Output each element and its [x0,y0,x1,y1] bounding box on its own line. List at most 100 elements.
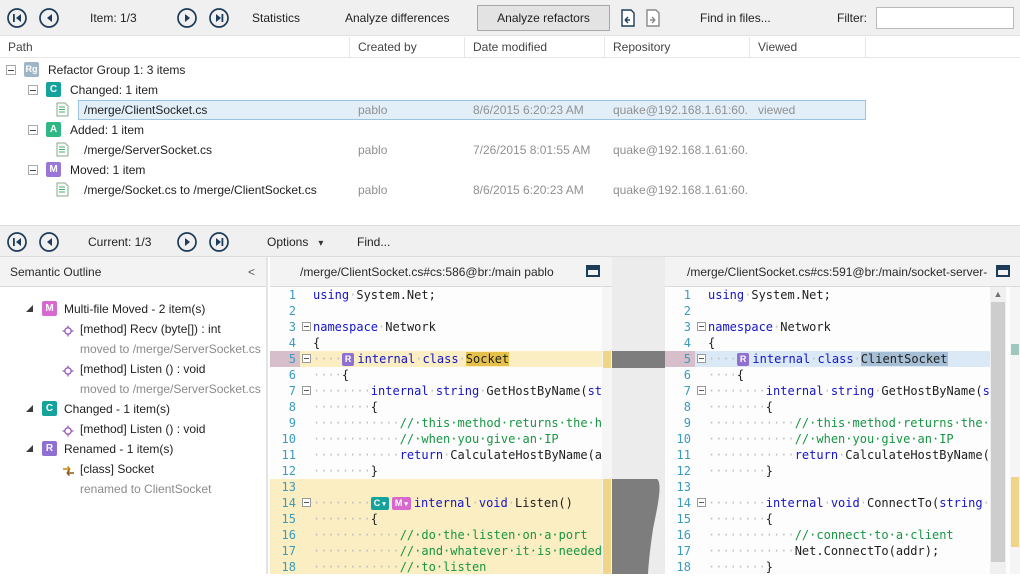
column-header-path[interactable]: Path [0,37,350,58]
tree-group-row[interactable]: CChanged: 1 item [0,80,1020,100]
fold-collapse-icon[interactable] [302,498,311,507]
maximize-pane-icon[interactable] [996,265,1010,277]
source-code-area[interactable]: 1using·System.Net;23namespace·Network4{5… [270,287,612,574]
outline-item-row[interactable]: [method] Recv (byte[]) : int [0,319,268,339]
code-line[interactable]: 15········{ [665,511,990,527]
code-line[interactable]: 14········internal·void·ConnectTo(string… [665,495,990,511]
code-line[interactable]: 2 [665,303,990,319]
last-item-icon[interactable] [208,7,230,29]
code-line[interactable]: 17············//·and·whatever·it·is·need… [270,543,612,559]
code-line[interactable]: 14········C▾M▾internal·void·Listen() [270,495,612,511]
code-line[interactable]: 16············//·do·the·listen·on·a·port [270,527,612,543]
first-diff-icon[interactable] [6,231,28,253]
code-line[interactable]: 7········internal·string·GetHostByName(s… [270,383,612,399]
outline-group-row[interactable]: RRenamed - 1 item(s) [0,439,268,459]
column-header-created-by[interactable]: Created by [350,37,465,58]
column-header-date-modified[interactable]: Date modified [465,37,605,58]
fold-collapse-icon[interactable] [697,386,706,395]
tree-file-row[interactable]: /merge/Socket.cs to /merge/ClientSocket.… [0,180,1020,200]
tree-group-row[interactable]: MMoved: 1 item [0,160,1020,180]
destination-code-area[interactable]: 1using·System.Net;23namespace·Network4{5… [665,287,990,574]
export-diff-left-icon[interactable] [618,8,638,28]
code-line[interactable]: 6····{ [270,367,612,383]
code-line[interactable]: 7········internal·string·GetHostByName(s… [665,383,990,399]
code-line[interactable]: 12········} [270,463,612,479]
filter-input[interactable] [876,7,1014,29]
changed-badge-icon[interactable]: C▾ [371,497,389,510]
scroll-up-icon[interactable]: ▲ [990,287,1006,301]
code-line[interactable]: 3namespace·Network [270,319,612,335]
code-line[interactable]: 1using·System.Net; [270,287,612,303]
code-line[interactable]: 11············return·CalculateHostByName… [665,447,990,463]
code-line[interactable]: 5····Rinternal·class·ClientSocket [665,351,990,367]
collapse-expander-icon[interactable] [28,165,38,175]
code-line[interactable]: 12········} [665,463,990,479]
export-diff-right-icon[interactable] [643,8,663,28]
code-line[interactable]: 5····Rinternal·class·Socket [270,351,612,367]
fold-collapse-icon[interactable] [302,386,311,395]
code-line[interactable]: 11············return·CalculateHostByName… [270,447,612,463]
statistics-button[interactable]: Statistics [252,11,300,25]
code-line[interactable]: 8········{ [270,399,612,415]
tree-file-row[interactable]: /merge/ClientSocket.cspablo8/6/2015 6:20… [0,100,1020,120]
scrollbar-thumb[interactable] [991,302,1005,562]
code-line[interactable]: 8········{ [665,399,990,415]
code-line[interactable]: 4{ [665,335,990,351]
next-diff-icon[interactable] [176,231,198,253]
column-header-repository[interactable]: Repository [605,37,750,58]
column-header-viewed[interactable]: Viewed [750,37,866,58]
outline-group-row[interactable]: MMulti-file Moved - 2 item(s) [0,299,268,319]
first-item-icon[interactable] [6,7,28,29]
code-line[interactable]: 9············//·this·method·returns·the·… [270,415,612,431]
collapse-expander-icon[interactable] [28,125,38,135]
code-line[interactable]: 4{ [270,335,612,351]
code-line[interactable]: 15········{ [270,511,612,527]
outline-item-row[interactable]: [class] Socket [0,459,268,479]
previous-item-icon[interactable] [38,7,60,29]
expanded-arrow-icon[interactable] [26,305,33,312]
tree-group-row[interactable]: AAdded: 1 item [0,120,1020,140]
fold-collapse-icon[interactable] [697,498,706,507]
code-line[interactable]: 17············Net.ConnectTo(addr); [665,543,990,559]
renamed-badge-icon[interactable]: R [342,353,355,366]
line-number: 5 [665,351,695,367]
moved-badge-icon[interactable]: M▾ [392,497,411,510]
vertical-scrollbar[interactable]: ▲ [990,287,1006,574]
expanded-arrow-icon[interactable] [26,405,33,412]
code-line[interactable]: 3namespace·Network [665,319,990,335]
code-line[interactable]: 2 [270,303,612,319]
analyze-refactors-button[interactable]: Analyze refactors [477,5,610,31]
maximize-pane-icon[interactable] [586,265,600,277]
fold-collapse-icon[interactable] [697,354,706,363]
next-item-icon[interactable] [176,7,198,29]
options-dropdown[interactable]: Options ▾ [267,235,323,249]
code-line[interactable]: 9············//·this·method·returns·the·… [665,415,990,431]
last-diff-icon[interactable] [208,231,230,253]
renamed-badge-icon[interactable]: R [737,353,750,366]
collapse-panel-button[interactable]: < [248,265,255,279]
code-line[interactable]: 10············//·when·you·give·an·IP [270,431,612,447]
find-in-files-button[interactable]: Find in files... [700,11,771,25]
outline-group-row[interactable]: CChanged - 1 item(s) [0,399,268,419]
tree-file-row[interactable]: /merge/ServerSocket.cspablo7/26/2015 8:0… [0,140,1020,160]
code-line[interactable]: 18········} [665,559,990,574]
outline-item-row[interactable]: [method] Listen () : void [0,419,268,439]
analyze-differences-button[interactable]: Analyze differences [345,11,450,25]
expanded-arrow-icon[interactable] [26,445,33,452]
code-line[interactable]: 18············//·to·listen [270,559,612,574]
code-line[interactable]: 13 [270,479,612,495]
code-line[interactable]: 10············//·when·you·give·an·IP [665,431,990,447]
code-line[interactable]: 6····{ [665,367,990,383]
fold-collapse-icon[interactable] [302,322,311,331]
fold-collapse-icon[interactable] [697,322,706,331]
fold-collapse-icon[interactable] [302,354,311,363]
code-line[interactable]: 13 [665,479,990,495]
collapse-expander-icon[interactable] [28,85,38,95]
find-button[interactable]: Find... [357,235,390,249]
code-line[interactable]: 16············//·connect·to·a·client [665,527,990,543]
tree-group-row[interactable]: RgRefactor Group 1: 3 items [0,60,1020,80]
code-line[interactable]: 1using·System.Net; [665,287,990,303]
collapse-expander-icon[interactable] [6,65,16,75]
outline-item-row[interactable]: [method] Listen () : void [0,359,268,379]
previous-diff-icon[interactable] [38,231,60,253]
